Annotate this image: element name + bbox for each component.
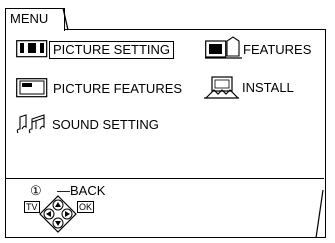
install-item[interactable]: INSTALL: [242, 80, 294, 96]
menu-tab-label: MENU: [10, 11, 49, 26]
features-icon: [205, 36, 242, 59]
corner-mark-decoration: [315, 189, 324, 239]
picture-features-item[interactable]: PICTURE FEATURES: [53, 81, 182, 97]
panel-divider: [6, 178, 324, 179]
picture-setting-icon: [16, 40, 48, 58]
picture-features-icon: [16, 78, 48, 98]
navigation-pad-icon: [39, 195, 77, 233]
sound-setting-item[interactable]: SOUND SETTING: [52, 117, 159, 133]
ok-label: OK: [77, 201, 95, 213]
sound-setting-icon: [16, 114, 45, 134]
features-item[interactable]: FEATURES: [243, 42, 311, 58]
picture-setting-item[interactable]: PICTURE SETTING: [49, 41, 175, 59]
install-icon: [204, 76, 239, 99]
